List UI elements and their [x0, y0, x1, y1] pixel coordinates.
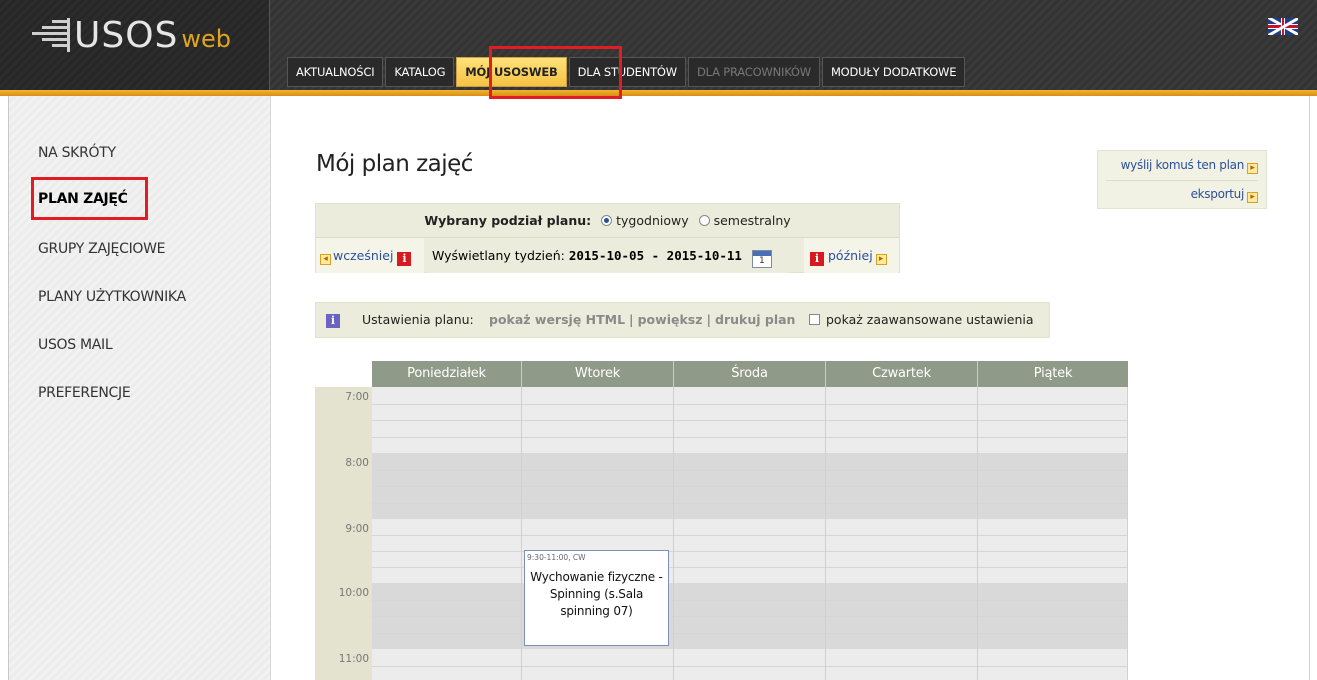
settings-links: pokaż wersję HTML | powiększ | drukuj pl…	[489, 303, 795, 337]
print-plan-link[interactable]: drukuj plan	[715, 312, 795, 327]
tab-katalog[interactable]: KATALOG	[385, 57, 455, 87]
week-navigation-row: ◂ wcześniej i Wyświetlany tydzień: 2015-1…	[316, 237, 899, 273]
plan-division-row: Wybrany podział planu: tygodniowy semest…	[316, 204, 899, 237]
week-range: 2015-10-05 - 2015-10-11	[568, 248, 742, 263]
tab-moduly-dodatkowe[interactable]: MODUŁY DODATKOWE	[821, 57, 966, 87]
export-label: eksportuj	[1190, 187, 1245, 201]
html-version-link[interactable]: pokaż wersję HTML	[489, 312, 625, 327]
uk-flag-icon[interactable]	[1268, 18, 1298, 35]
radio-semester-label[interactable]: semestralny	[714, 213, 791, 228]
separator: |	[629, 312, 634, 327]
separator: |	[706, 312, 712, 327]
event-title: Wychowanie fizyczne - Spinning (s.Sala s…	[530, 570, 663, 618]
day-header-friday: Piątek	[978, 361, 1128, 387]
info-icon[interactable]: i	[326, 314, 340, 328]
advanced-settings-label[interactable]: pokaż zaawansowane ustawienia	[826, 312, 1034, 327]
sidebar-item-preferencje[interactable]: PREFERENCJE	[38, 385, 131, 401]
send-plan-link[interactable]: wyślij komuś ten plan ▸	[1121, 158, 1258, 174]
day-column	[978, 387, 1128, 680]
info-icon[interactable]: i	[397, 252, 412, 266]
earlier-link[interactable]: wcześniej	[333, 248, 393, 263]
plan-settings-bar: i Ustawienia planu: pokaż wersję HTML | …	[315, 302, 1050, 338]
right-border	[1309, 96, 1317, 680]
day-header-monday: Poniedziałek	[372, 361, 522, 387]
settings-label: Ustawienia planu:	[362, 312, 474, 327]
plan-division-label: Wybrany podział planu:	[424, 213, 592, 228]
sidebar-item-usos-mail[interactable]: USOS MAIL	[38, 337, 113, 353]
radio-weekly-label[interactable]: tygodniowy	[616, 213, 688, 228]
displayed-week-cell: Wyświetlany tydzień: 2015-10-05 - 2015-1…	[426, 238, 791, 273]
plan-actions-box: wyślij komuś ten plan ▸ eksportuj ▸	[1097, 150, 1267, 209]
arrow-right-icon: ▸	[1247, 163, 1258, 174]
later-cell: i później ▸	[804, 238, 899, 273]
timetable: Poniedziałek Wtorek Środa Czwartek Piąte…	[315, 361, 1128, 680]
info-icon[interactable]: i	[810, 252, 824, 266]
day-header-tuesday: Wtorek	[522, 361, 674, 387]
logo-subtext: web	[181, 25, 232, 53]
hour-label: 10:00	[338, 587, 369, 599]
radio-semester[interactable]	[698, 215, 710, 226]
day-header-wednesday: Środa	[674, 361, 826, 387]
settings-divider	[481, 303, 483, 337]
arrow-right-icon: ▸	[1247, 192, 1258, 203]
event-time: 9:30-11:00, CW	[527, 553, 586, 562]
enlarge-link[interactable]: powiększ	[638, 312, 703, 327]
later-link[interactable]: później	[828, 248, 873, 263]
top-header: USOS web AKTUALNOŚCI KATALOG MÓJ USOSWEB…	[0, 0, 1317, 92]
logo-lines-icon	[28, 16, 70, 56]
settings-info: i	[326, 303, 340, 337]
page-title: Mój plan zajęć	[316, 151, 473, 177]
tab-aktualnosci[interactable]: AKTUALNOŚCI	[287, 57, 384, 87]
timetable-event[interactable]: 9:30-11:00, CW Wychowanie fizyczne - Spi…	[524, 550, 669, 646]
day-column	[372, 387, 522, 680]
main-nav-tabs: AKTUALNOŚCI KATALOG MÓJ USOSWEB DLA STUD…	[287, 57, 967, 87]
hour-label: 8:00	[345, 457, 369, 469]
active-tab-highlight	[489, 46, 622, 99]
export-link[interactable]: eksportuj ▸	[1191, 187, 1258, 203]
calendar-icon[interactable]: 1	[751, 250, 772, 268]
earlier-cell: ◂ wcześniej i	[316, 238, 424, 273]
hour-label: 11:00	[338, 653, 369, 665]
advanced-settings-checkbox[interactable]	[809, 314, 820, 325]
sidebar-item-grupy-zajeciowe[interactable]: GRUPY ZAJĘCIOWE	[38, 241, 166, 257]
active-sidebar-highlight	[31, 177, 148, 220]
day-column	[674, 387, 826, 680]
plan-division-box: Wybrany podział planu: tygodniowy semest…	[315, 203, 900, 273]
logo-area: USOS web	[0, 0, 270, 92]
advanced-settings-toggle[interactable]: pokaż zaawansowane ustawienia	[809, 303, 1034, 337]
displayed-week-label: Wyświetlany tydzień:	[432, 248, 565, 263]
arrow-left-icon: ◂	[320, 254, 331, 265]
radio-weekly[interactable]	[601, 215, 613, 226]
sidebar-item-plany-uzytkownika[interactable]: PLANY UŻYTKOWNIKA	[38, 289, 186, 305]
sidebar-item-na-skroty[interactable]: NA SKRÓTY	[38, 145, 116, 161]
send-plan-label: wyślij komuś ten plan	[1120, 158, 1245, 172]
usosweb-logo[interactable]: USOS web	[28, 16, 231, 56]
tab-dla-pracownikow[interactable]: DLA PRACOWNIKÓW	[687, 57, 820, 87]
day-header-thursday: Czwartek	[826, 361, 978, 387]
day-column	[826, 387, 978, 680]
arrow-right-icon: ▸	[875, 254, 887, 265]
hour-label: 7:00	[345, 391, 369, 403]
calendar-day: 1	[759, 256, 765, 266]
logo-text: USOS	[74, 15, 179, 56]
hour-label: 9:00	[345, 523, 369, 535]
